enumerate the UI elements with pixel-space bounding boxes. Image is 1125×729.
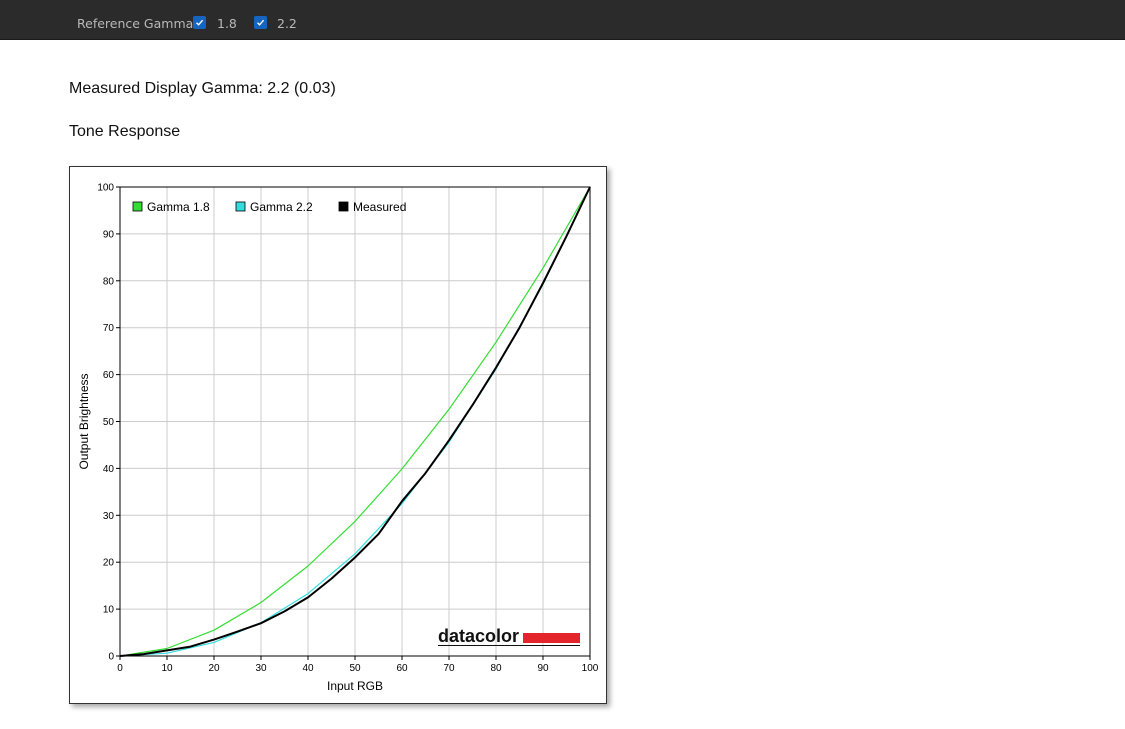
x-tick-label: 0	[117, 663, 123, 674]
grid	[119, 186, 591, 657]
x-tick-label: 10	[161, 663, 173, 674]
x-tick-label: 30	[255, 663, 267, 674]
gamma-2-2-checkbox[interactable]	[254, 16, 267, 29]
section-title: Tone Response	[69, 123, 181, 140]
legend: Gamma 1.8 Gamma 2.2 Measured	[132, 200, 406, 214]
x-tick-label: 90	[537, 663, 549, 674]
y-tick-label: 70	[103, 323, 115, 334]
checkmark-icon	[257, 19, 265, 26]
legend-label: Measured	[353, 200, 406, 214]
legend-swatch	[338, 201, 349, 212]
y-tick-label: 30	[103, 511, 115, 522]
legend-label: Gamma 1.8	[147, 200, 210, 214]
legend-swatch	[132, 201, 143, 212]
gamma-1-8-label[interactable]: 1.8	[217, 16, 237, 31]
legend-label: Gamma 2.2	[250, 200, 313, 214]
datacolor-logo: datacolor	[438, 626, 580, 646]
x-tick-label: 80	[490, 663, 502, 674]
y-tick-label: 20	[103, 558, 115, 569]
y-axis-label: Output Brightness	[77, 373, 91, 469]
toolbar: Reference Gamma: 1.8 2.2	[0, 0, 1125, 40]
y-tick-label: 80	[103, 276, 115, 287]
y-tick-label: 0	[108, 652, 114, 663]
x-tick-label: 100	[582, 663, 599, 674]
measured-gamma-text: Measured Display Gamma: 2.2 (0.03)	[69, 80, 336, 97]
gamma-1-8-checkbox[interactable]	[193, 16, 206, 29]
datacolor-logo-bar	[523, 633, 580, 643]
x-tick-label: 70	[443, 663, 455, 674]
y-tick-label: 100	[97, 183, 114, 194]
y-tick-label: 10	[103, 605, 115, 616]
x-tick-label: 60	[396, 663, 408, 674]
y-tick-label: 90	[103, 229, 115, 240]
x-ticks: 0 10 20 30 40 50 60 70 80 90 100	[117, 656, 599, 674]
y-tick-label: 60	[103, 370, 115, 381]
checkmark-icon	[196, 19, 204, 26]
legend-swatch	[235, 201, 246, 212]
x-tick-label: 50	[349, 663, 361, 674]
y-tick-label: 40	[103, 464, 115, 475]
y-tick-label: 50	[103, 417, 115, 428]
gamma-2-2-label[interactable]: 2.2	[277, 16, 297, 31]
chart-svg: 0 10 20 30 40 50 60 70 80 90 100 0 10 20 30 40 50 60 70 80…	[77, 183, 599, 694]
x-axis-label: Input RGB	[327, 679, 383, 693]
tone-response-chart: 0 10 20 30 40 50 60 70 80 90 100 0 10 20 30 40 50 60 70 80…	[69, 166, 607, 704]
x-tick-label: 20	[208, 663, 220, 674]
x-tick-label: 40	[302, 663, 314, 674]
datacolor-logo-text: datacolor	[438, 626, 519, 646]
y-ticks: 0 10 20 30 40 50 60 70 80 90 100	[97, 183, 120, 663]
reference-gamma-label: Reference Gamma:	[77, 16, 198, 31]
